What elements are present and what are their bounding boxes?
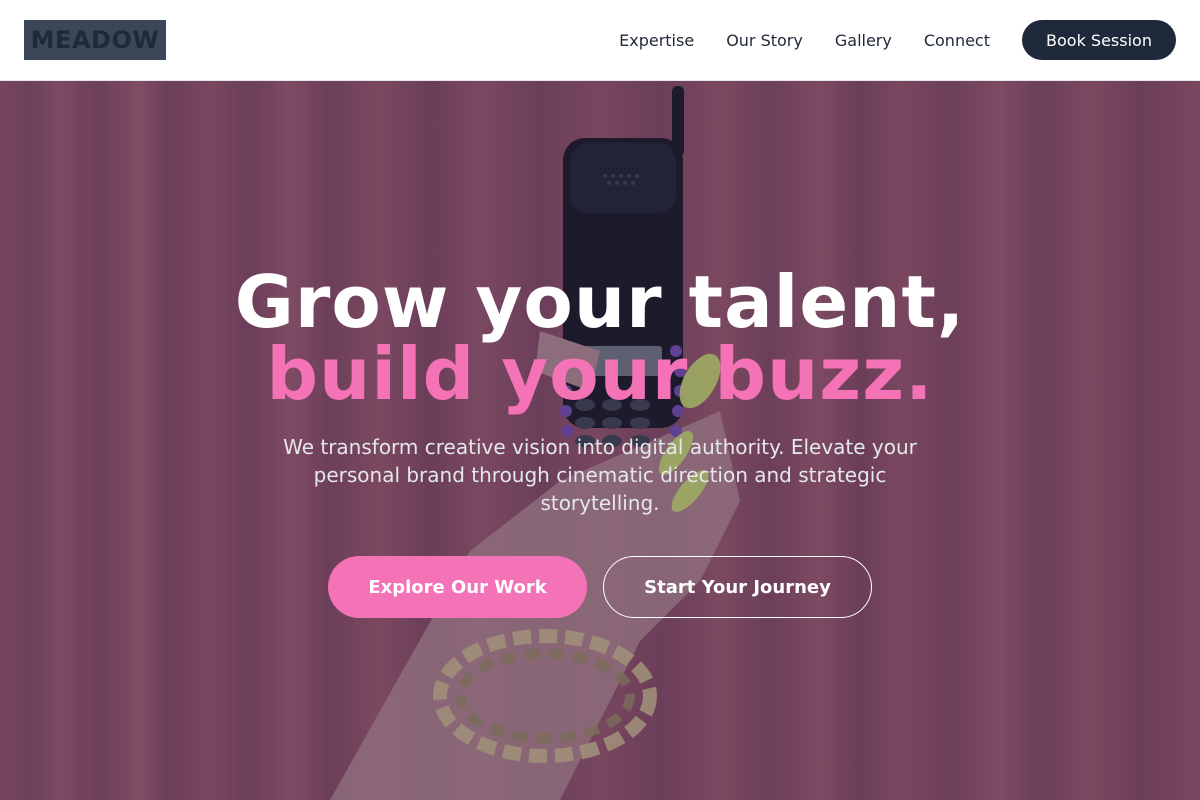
top-navigation: MEADOW Expertise Our Story Gallery Conne… [0, 0, 1200, 81]
hero-subtitle: We transform creative vision into digita… [283, 435, 917, 515]
hero-section: Grow your talent, build your buzz. We tr… [0, 81, 1200, 800]
nav-link-gallery[interactable]: Gallery [835, 31, 892, 50]
explore-our-work-button[interactable]: Explore Our Work [328, 556, 587, 618]
nav-link-expertise[interactable]: Expertise [619, 31, 694, 50]
brand-logo[interactable]: MEADOW [24, 20, 166, 60]
brand-logo-text: MEADOW [30, 26, 160, 54]
main-menu: Expertise Our Story Gallery Connect Book… [619, 20, 1176, 60]
hero-headline-line2: build your buzz. [266, 332, 934, 416]
start-your-journey-button[interactable]: Start Your Journey [603, 556, 872, 618]
nav-link-connect[interactable]: Connect [924, 31, 990, 50]
book-session-button[interactable]: Book Session [1022, 20, 1176, 60]
hero-headline-line1: Grow your talent, [234, 260, 966, 344]
nav-link-our-story[interactable]: Our Story [726, 31, 803, 50]
